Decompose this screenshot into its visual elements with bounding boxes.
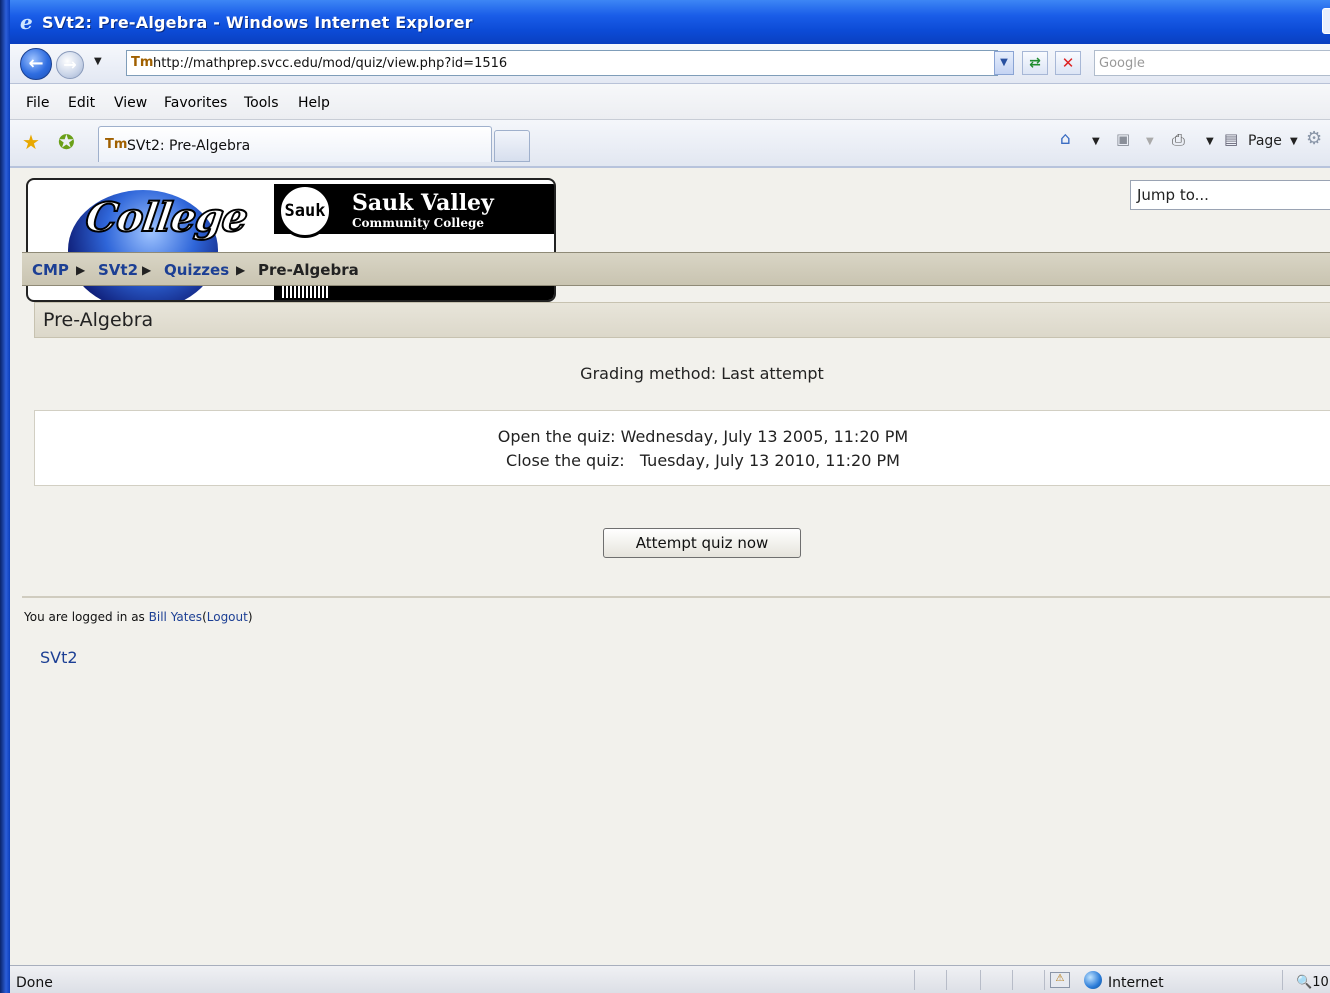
tab-favicon-icon: Tm xyxy=(105,137,128,152)
page-icon[interactable]: ▤ xyxy=(1224,130,1238,148)
logo-barcode xyxy=(282,284,330,298)
menu-bar: File Edit View Favorites Tools Help xyxy=(10,84,1330,120)
url-dropdown-button[interactable]: ▼ xyxy=(994,51,1014,75)
page-menu-label[interactable]: Page xyxy=(1248,133,1282,149)
forward-button[interactable]: → xyxy=(56,51,84,79)
logo-college-text: College xyxy=(82,193,251,242)
home-dropdown-icon[interactable]: ▼ xyxy=(1092,136,1100,147)
menu-edit[interactable]: Edit xyxy=(68,95,95,111)
course-link[interactable]: SVt2 xyxy=(40,648,78,667)
status-bar: Done ⚠ Internet 🔍10 xyxy=(10,965,1330,993)
window-frame-left xyxy=(0,0,10,993)
window-minimize-button[interactable] xyxy=(1322,8,1330,34)
menu-tools[interactable]: Tools xyxy=(244,95,279,111)
protected-mode-icon[interactable]: ⚠ xyxy=(1050,972,1070,988)
page-title: Pre-Algebra xyxy=(43,309,154,331)
zoom-level[interactable]: 🔍10 xyxy=(1296,975,1329,990)
status-divider xyxy=(1012,970,1013,990)
new-tab-button[interactable] xyxy=(494,130,530,162)
favorites-star-icon[interactable]: ★ xyxy=(22,130,40,154)
print-icon[interactable]: ⎙ xyxy=(1172,130,1185,150)
login-prefix: You are logged in as xyxy=(24,610,145,624)
back-button[interactable]: ← xyxy=(20,48,52,80)
stop-button[interactable]: ✕ xyxy=(1055,51,1081,75)
tab-label: SVt2: Pre-Algebra xyxy=(127,138,251,154)
status-divider xyxy=(1044,970,1045,990)
logo-sauk-title: Sauk Valley xyxy=(352,190,494,216)
ie-logo-icon: e xyxy=(20,12,33,32)
favorites-tab-bar: ★ ✪ Tm SVt2: Pre-Algebra ⌂ ▼ ▣ ▼ ⎙ ▼ ▤ P… xyxy=(10,120,1330,168)
svg-text:e: e xyxy=(20,12,33,32)
address-bar: ← → ▼ Tm http://mathprep.svcc.edu/mod/qu… xyxy=(10,44,1330,84)
recent-pages-dropdown-icon[interactable]: ▼ xyxy=(94,56,102,67)
jump-to-select[interactable]: Jump to... xyxy=(1130,180,1330,210)
breadcrumb: CMP ▶ SVt2 ▶ Quizzes ▶ Pre-Algebra xyxy=(22,252,1330,286)
status-divider xyxy=(914,970,915,990)
menu-favorites[interactable]: Favorites xyxy=(164,95,227,111)
quiz-dates-box: Open the quiz: Wednesday, July 13 2005, … xyxy=(34,410,1330,486)
add-favorite-icon[interactable]: ✪ xyxy=(58,130,75,154)
status-divider xyxy=(946,970,947,990)
feeds-icon[interactable]: ▣ xyxy=(1116,130,1130,148)
breadcrumb-separator-icon: ▶ xyxy=(236,263,246,277)
feeds-dropdown-icon[interactable]: ▼ xyxy=(1146,136,1154,147)
internet-zone-globe-icon xyxy=(1084,971,1102,989)
quiz-open-date: Open the quiz: Wednesday, July 13 2005, … xyxy=(497,427,909,446)
url-input[interactable]: Tm http://mathprep.svcc.edu/mod/quiz/vie… xyxy=(126,50,998,76)
breadcrumb-separator-icon: ▶ xyxy=(142,263,152,277)
url-text: http://mathprep.svcc.edu/mod/quiz/view.p… xyxy=(153,56,508,71)
login-info: You are logged in as Bill Yates(Logout) xyxy=(24,610,253,624)
logout-paren-close: ) xyxy=(247,610,253,624)
home-icon[interactable]: ⌂ xyxy=(1060,129,1071,149)
breadcrumb-svt2[interactable]: SVt2 xyxy=(98,261,138,279)
tab-active[interactable]: Tm SVt2: Pre-Algebra xyxy=(98,126,492,162)
status-text: Done xyxy=(16,975,53,991)
logout-link[interactable]: Logout xyxy=(207,610,248,624)
search-input[interactable]: Google xyxy=(1094,50,1330,76)
logo-sauk-subtitle: Community College xyxy=(352,216,484,230)
quiz-close-date: Close the quiz: Tuesday, July 13 2010, 1… xyxy=(506,451,900,470)
security-zone-label[interactable]: Internet xyxy=(1108,975,1164,991)
breadcrumb-current: Pre-Algebra xyxy=(258,261,359,279)
tools-gear-icon[interactable]: ⚙ xyxy=(1306,128,1322,149)
title-bar: e SVt2: Pre-Algebra - Windows Internet E… xyxy=(10,0,1330,44)
print-dropdown-icon[interactable]: ▼ xyxy=(1206,136,1214,147)
zoom-icon: 🔍 xyxy=(1296,975,1313,990)
refresh-button[interactable]: ⇄ xyxy=(1022,51,1048,75)
status-divider xyxy=(980,970,981,990)
menu-file[interactable]: File xyxy=(26,95,49,111)
breadcrumb-separator-icon: ▶ xyxy=(76,263,86,277)
page-content: College Sauk Sauk Valley Community Colle… xyxy=(10,168,1330,965)
logo-sauk-badge: Sauk xyxy=(278,184,332,238)
menu-view[interactable]: View xyxy=(114,95,147,111)
attempt-quiz-button[interactable]: Attempt quiz now xyxy=(603,528,801,558)
menu-help[interactable]: Help xyxy=(298,95,330,111)
breadcrumb-cmp[interactable]: CMP xyxy=(32,261,69,279)
status-divider xyxy=(1282,970,1283,990)
page-dropdown-icon[interactable]: ▼ xyxy=(1290,136,1298,147)
breadcrumb-quizzes[interactable]: Quizzes xyxy=(164,261,229,279)
grading-method: Grading method: Last attempt xyxy=(580,364,824,383)
user-name-link[interactable]: Bill Yates xyxy=(149,610,202,624)
footer-divider xyxy=(22,596,1330,598)
window-title: SVt2: Pre-Algebra - Windows Internet Exp… xyxy=(42,13,473,32)
page-title-bar: Pre-Algebra xyxy=(34,302,1330,338)
site-favicon-icon: Tm xyxy=(131,55,154,70)
zoom-value: 10 xyxy=(1312,975,1329,990)
